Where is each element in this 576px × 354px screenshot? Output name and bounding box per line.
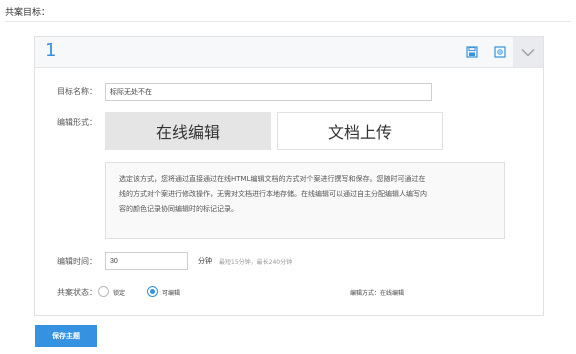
card-number: 1: [45, 40, 57, 61]
tab-online-edit[interactable]: 在线编辑: [105, 112, 271, 150]
description-line: 容的颜色记录协同编辑时的标记记录。: [119, 205, 238, 213]
collapse-button[interactable]: [513, 37, 543, 67]
title-divider: [5, 21, 571, 22]
preview-icon[interactable]: [493, 45, 507, 59]
save-topic-button[interactable]: 保存主题: [35, 325, 97, 347]
edit-time-hint: 最短15分钟，最长240分钟: [219, 259, 293, 266]
radio-editable[interactable]: [147, 286, 158, 297]
edit-mode-description: 选定该方式，您将通过直接通过在线HTML编辑文档的方式对个案进行撰写和保存。您随…: [105, 162, 505, 239]
radio-locked[interactable]: [98, 286, 109, 297]
edit-time-input[interactable]: [105, 252, 188, 270]
description-line: 线的方式对个案进行修改操作，无需对文档进行本地存储。在线编辑可以通过自主分配编辑…: [119, 190, 427, 198]
edit-mode-label: 编辑形式：: [57, 118, 97, 127]
edit-time-unit: 分钟: [198, 257, 212, 265]
target-name-label: 目标名称：: [57, 87, 97, 96]
radio-editable-label: 可编辑: [162, 290, 181, 297]
card-header: 1: [35, 37, 543, 68]
page-title: 共案目标：: [5, 8, 51, 18]
edit-time-label: 编辑时间：: [57, 257, 97, 266]
save-icon[interactable]: [465, 45, 479, 59]
target-card: 1 目标名称： 编辑形式： 在线编辑 文档上传 选定该方式，您将通过直接通过在线: [34, 36, 544, 316]
radio-locked-label: 锁定: [113, 290, 126, 297]
target-name-input[interactable]: [105, 83, 432, 101]
tab-doc-upload[interactable]: 文档上传: [277, 112, 443, 150]
description-line: 选定该方式，您将通过直接通过在线HTML编辑文档的方式对个案进行撰写和保存。您随…: [119, 175, 426, 183]
share-status-label: 共案状态：: [57, 288, 97, 297]
edit-mode-status: 编辑方式：在线编辑: [350, 290, 405, 297]
chevron-down-icon: [521, 48, 535, 56]
